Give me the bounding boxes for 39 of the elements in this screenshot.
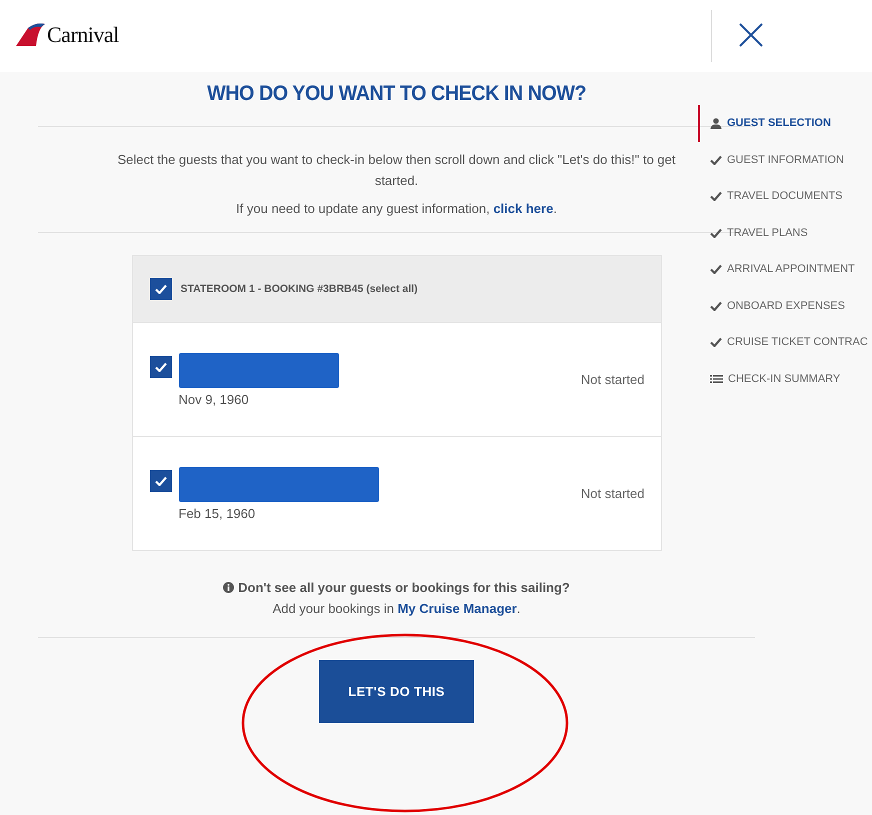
step-item[interactable]: TRAVEL PLANS — [698, 214, 872, 251]
step-item[interactable]: TRAVEL DOCUMENTS — [698, 178, 872, 214]
checkmark-icon — [154, 284, 166, 294]
click-here-link[interactable]: click here — [493, 201, 554, 216]
lets-do-this-button[interactable]: LET'S DO THIS — [319, 660, 474, 723]
birth-date: Nov 9, 1960 — [178, 392, 250, 406]
checkmark-icon — [710, 154, 722, 165]
step-item[interactable]: CRUISE TICKET CONTRAC — [698, 324, 872, 360]
my-cruise-manager-link[interactable]: My Cruise Manager — [398, 601, 517, 616]
person-icon — [710, 118, 722, 129]
checkbox[interactable] — [150, 356, 172, 378]
checkbox[interactable] — [150, 278, 172, 300]
step-item[interactable]: GUEST SELECTION — [698, 105, 872, 142]
checkmark-icon — [710, 337, 722, 348]
checkmark-icon — [710, 228, 722, 238]
close-icon[interactable] — [738, 22, 764, 48]
list-icon — [710, 374, 723, 384]
check-in-status: Not started — [580, 486, 644, 501]
page-title: WHO DO YOU WANT TO CHECK IN NOW? — [206, 82, 586, 107]
step-item[interactable]: ONBOARD EXPENSES — [698, 288, 872, 324]
checkmark-icon — [710, 191, 722, 202]
checkmark-icon — [154, 476, 166, 486]
birth-date: Feb 15, 1960 — [178, 506, 256, 520]
instructions-text: Select the guests that you want to check-in below then scroll down and click "Let's do this!" to get started. — [116, 151, 677, 190]
step-item[interactable]: ARRIVAL APPOINTMENT — [698, 251, 872, 288]
checkmark-icon — [710, 264, 722, 274]
checkmark-icon — [710, 300, 722, 311]
booking-label: STATEROOM 1 - BOOKING #3BRB45 (select all) — [180, 283, 418, 295]
help-question: Don't see all your guests or bookings for this sailing? — [238, 579, 570, 597]
check-in-status: Not started — [580, 372, 644, 387]
help-text: Add your bookings in My Cruise Manager. — [272, 600, 522, 618]
checkmark-icon — [154, 362, 166, 372]
info-icon — [223, 582, 234, 593]
step-item[interactable]: CHECK-IN SUMMARY — [698, 360, 872, 397]
update-note: If you need to update any guest information, click here. — [236, 201, 557, 216]
step-item[interactable]: GUEST INFORMATION — [698, 142, 872, 178]
funnel-logo-icon — [14, 22, 46, 48]
checkbox[interactable] — [150, 470, 172, 492]
logo-text[interactable]: Carnival — [47, 22, 119, 48]
